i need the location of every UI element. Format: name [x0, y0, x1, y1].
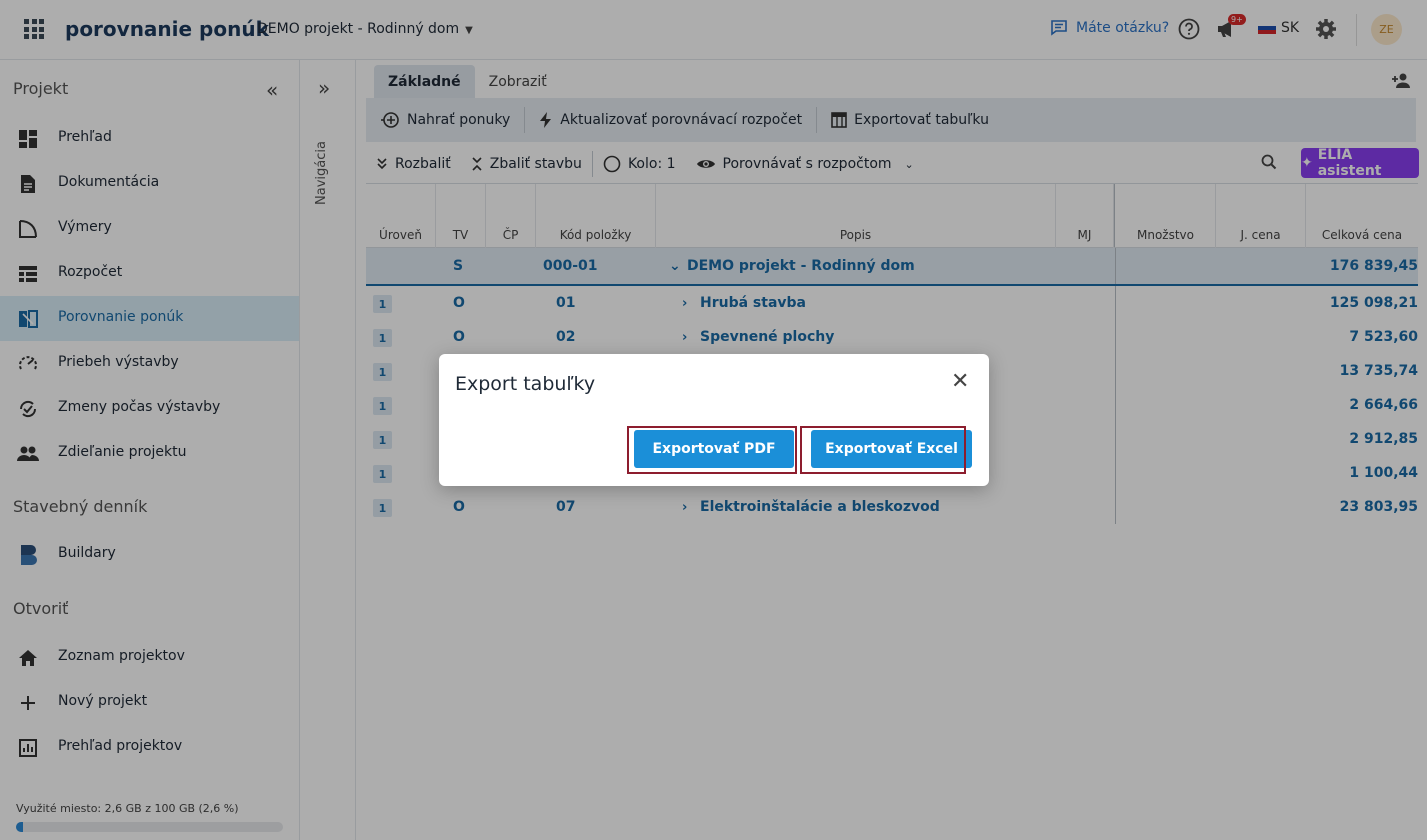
close-icon[interactable]: ✕	[951, 371, 969, 393]
export-dialog: Export tabuľky ✕ Exportovať PDF Exportov…	[439, 354, 989, 486]
highlight-frame	[627, 426, 797, 474]
dialog-title: Export tabuľky	[455, 373, 596, 395]
highlight-frame	[800, 426, 966, 474]
